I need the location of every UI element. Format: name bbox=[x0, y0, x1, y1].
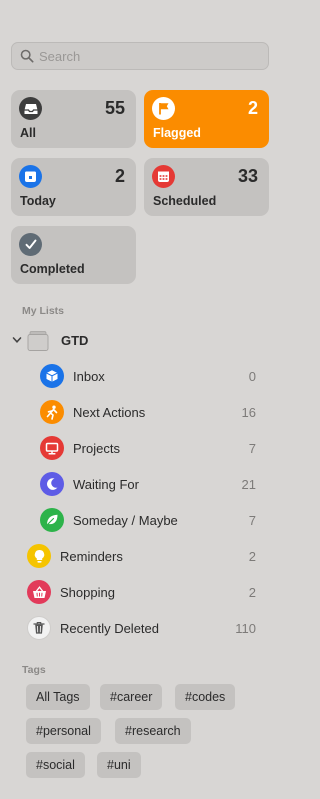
list-count: 2 bbox=[248, 584, 256, 600]
tag-research[interactable]: #research bbox=[115, 718, 191, 744]
scheduled-label: Scheduled bbox=[153, 194, 217, 208]
tag-codes[interactable]: #codes bbox=[175, 684, 236, 710]
running-person-icon bbox=[40, 400, 64, 424]
list-item-next-actions[interactable]: Next Actions 16 bbox=[40, 394, 256, 430]
list-label: Waiting For bbox=[73, 476, 139, 492]
smart-list-today[interactable]: 2 Today bbox=[11, 158, 136, 216]
list-count: 0 bbox=[248, 368, 256, 384]
list-item-someday-maybe[interactable]: Someday / Maybe 7 bbox=[40, 502, 256, 538]
calendar-icon bbox=[152, 165, 175, 188]
today-count: 2 bbox=[114, 166, 125, 186]
list-count: 2 bbox=[248, 548, 256, 564]
list-label: Reminders bbox=[60, 548, 123, 564]
list-item-recently-deleted[interactable]: Recently Deleted 110 bbox=[27, 610, 256, 646]
list-label: Projects bbox=[73, 440, 120, 456]
list-item-waiting-for[interactable]: Waiting For 21 bbox=[40, 466, 256, 502]
list-count: 7 bbox=[248, 512, 256, 528]
tag-all-tags[interactable]: All Tags bbox=[26, 684, 90, 710]
all-label: All bbox=[20, 126, 36, 140]
list-label: Next Actions bbox=[73, 404, 146, 420]
group-gtd[interactable]: GTD bbox=[12, 326, 267, 354]
list-count: 21 bbox=[241, 476, 256, 492]
smart-list-flagged[interactable]: 2 Flagged bbox=[144, 90, 269, 148]
smart-list-scheduled[interactable]: 33 Scheduled bbox=[144, 158, 269, 216]
all-count: 55 bbox=[104, 98, 125, 118]
tray-icon bbox=[19, 97, 42, 120]
checkmark-icon bbox=[19, 233, 42, 256]
list-label: Someday / Maybe bbox=[73, 512, 178, 528]
list-item-shopping[interactable]: Shopping 2 bbox=[27, 574, 256, 610]
trash-icon bbox=[27, 616, 51, 640]
lightbulb-icon bbox=[27, 544, 51, 568]
tag-personal[interactable]: #personal bbox=[26, 718, 101, 744]
search-icon bbox=[20, 49, 34, 63]
flag-icon bbox=[152, 97, 175, 120]
my-lists-header: My Lists bbox=[22, 305, 65, 317]
folder-icon bbox=[27, 331, 49, 351]
tags-header: Tags bbox=[22, 664, 46, 676]
smart-list-completed[interactable]: Completed bbox=[11, 226, 136, 284]
basket-icon bbox=[27, 580, 51, 604]
list-item-reminders[interactable]: Reminders 2 bbox=[27, 538, 256, 574]
completed-label: Completed bbox=[20, 262, 85, 276]
tag-social[interactable]: #social bbox=[26, 752, 85, 778]
group-label: GTD bbox=[61, 332, 89, 348]
list-item-projects[interactable]: Projects 7 bbox=[40, 430, 256, 466]
list-count: 7 bbox=[248, 440, 256, 456]
search-input[interactable] bbox=[39, 48, 259, 64]
list-count: 16 bbox=[241, 404, 256, 420]
search-field[interactable] bbox=[11, 42, 269, 70]
moon-icon bbox=[40, 472, 64, 496]
tag-uni[interactable]: #uni bbox=[97, 752, 141, 778]
monitor-icon bbox=[40, 436, 64, 460]
flagged-count: 2 bbox=[247, 98, 258, 118]
smart-list-all[interactable]: 55 All bbox=[11, 90, 136, 148]
list-item-inbox[interactable]: Inbox 0 bbox=[40, 358, 256, 394]
list-label: Shopping bbox=[60, 584, 115, 600]
list-label: Recently Deleted bbox=[60, 620, 159, 636]
tag-career[interactable]: #career bbox=[100, 684, 163, 710]
leaf-icon bbox=[40, 508, 64, 532]
calendar-today-icon bbox=[19, 165, 42, 188]
cube-icon bbox=[40, 364, 64, 388]
list-label: Inbox bbox=[73, 368, 105, 384]
chevron-down-icon[interactable] bbox=[12, 333, 24, 347]
flagged-label: Flagged bbox=[153, 126, 201, 140]
scheduled-count: 33 bbox=[237, 166, 258, 186]
today-label: Today bbox=[20, 194, 56, 208]
list-count: 110 bbox=[235, 620, 256, 636]
